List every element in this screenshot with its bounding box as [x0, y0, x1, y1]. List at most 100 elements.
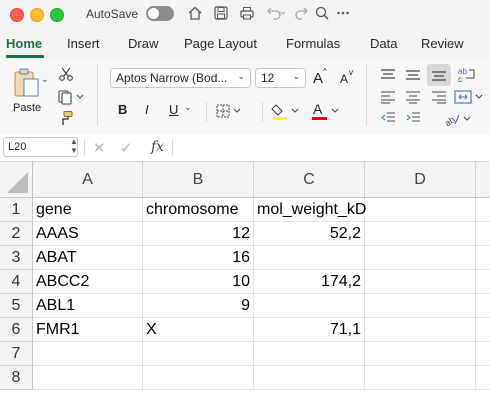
print-icon[interactable] [236, 3, 258, 23]
align-bottom-icon[interactable] [427, 64, 451, 86]
cell-a8[interactable] [33, 366, 143, 390]
borders-icon[interactable] [214, 101, 244, 121]
font-size-dropdown[interactable]: 12 ⌄ [255, 68, 306, 88]
align-center-icon[interactable] [403, 88, 423, 106]
align-right-icon[interactable] [427, 88, 451, 106]
cell-d4[interactable] [365, 270, 476, 294]
grow-font-button[interactable]: A [313, 70, 323, 87]
font-color-icon[interactable]: A [310, 101, 342, 123]
cell-a1[interactable]: gene [33, 198, 143, 222]
search-icon[interactable] [312, 3, 332, 23]
cancel-icon[interactable]: ✕ [93, 139, 106, 157]
cell-a6[interactable]: FMR1 [33, 318, 143, 342]
row-header[interactable]: 6 [0, 318, 33, 342]
formula-input[interactable] [180, 140, 485, 156]
cell-e3[interactable] [476, 246, 490, 270]
column-header-a[interactable]: A [33, 162, 143, 198]
cell-e5[interactable] [476, 294, 490, 318]
bold-button[interactable]: B [118, 102, 127, 117]
paste-icon[interactable] [10, 66, 44, 100]
font-name-dropdown[interactable]: Aptos Narrow (Bod... ⌄ [110, 68, 251, 88]
cell-e8[interactable] [476, 366, 490, 390]
cell-d7[interactable] [365, 342, 476, 366]
tab-page-layout[interactable]: Page Layout [184, 36, 257, 51]
cell-b1[interactable]: chromosome [143, 198, 254, 222]
cell-b3[interactable]: 16 [143, 246, 254, 270]
tab-data[interactable]: Data [370, 36, 397, 51]
row-header[interactable]: 4 [0, 270, 33, 294]
maximize-window-button[interactable] [50, 8, 64, 22]
cell-e2[interactable] [476, 222, 490, 246]
paste-dropdown-icon[interactable]: ⌄ [41, 74, 49, 85]
increase-indent-icon[interactable] [403, 109, 423, 127]
underline-dropdown-icon[interactable]: ⌄ [184, 102, 192, 113]
cell-d2[interactable] [365, 222, 476, 246]
tab-formulas[interactable]: Formulas [286, 36, 340, 51]
cell-d1[interactable] [365, 198, 476, 222]
tab-review[interactable]: Review [421, 36, 464, 51]
autosave-toggle[interactable] [146, 6, 174, 21]
format-painter-icon[interactable] [56, 108, 76, 128]
cell-c4[interactable]: 174,2 [254, 270, 365, 294]
shrink-font-button[interactable]: A [340, 72, 348, 86]
cell-d5[interactable] [365, 294, 476, 318]
underline-button[interactable]: U [169, 102, 178, 117]
fill-color-icon[interactable] [270, 101, 302, 123]
select-all-corner[interactable] [0, 162, 33, 198]
cell-a7[interactable] [33, 342, 143, 366]
cell-a3[interactable]: ABAT [33, 246, 143, 270]
row-header[interactable]: 5 [0, 294, 33, 318]
minimize-window-button[interactable] [30, 8, 44, 22]
column-header-c[interactable]: C [254, 162, 365, 198]
redo-icon[interactable] [292, 3, 312, 23]
cell-c6[interactable]: 71,1 [254, 318, 365, 342]
cell-c7[interactable] [254, 342, 365, 366]
tab-home[interactable]: Home [6, 36, 42, 51]
wrap-text-icon[interactable]: ab c [455, 64, 479, 86]
cell-c8[interactable] [254, 366, 365, 390]
copy-icon[interactable] [56, 87, 88, 107]
more-icon[interactable] [334, 3, 352, 23]
cell-a4[interactable]: ABCC2 [33, 270, 143, 294]
tab-draw[interactable]: Draw [128, 36, 158, 51]
function-icon[interactable]: fx [151, 139, 164, 155]
italic-button[interactable]: I [145, 102, 149, 117]
decrease-indent-icon[interactable] [378, 109, 398, 127]
row-header[interactable]: 1 [0, 198, 33, 222]
row-header[interactable]: 8 [0, 366, 33, 390]
row-header[interactable]: 7 [0, 342, 33, 366]
cell-b6[interactable]: X [143, 318, 254, 342]
cell-b5[interactable]: 9 [143, 294, 254, 318]
align-middle-icon[interactable] [403, 66, 423, 84]
align-top-icon[interactable] [378, 66, 398, 84]
cell-b7[interactable] [143, 342, 254, 366]
cell-a5[interactable]: ABL1 [33, 294, 143, 318]
column-header-e[interactable] [476, 162, 490, 198]
cell-c3[interactable] [254, 246, 365, 270]
cell-c1[interactable]: mol_weight_kD [254, 198, 366, 222]
cell-d3[interactable] [365, 246, 476, 270]
merge-center-icon[interactable] [452, 87, 486, 107]
cell-e1[interactable] [476, 198, 490, 222]
cell-d8[interactable] [365, 366, 476, 390]
cell-b8[interactable] [143, 366, 254, 390]
close-window-button[interactable] [10, 8, 24, 22]
home-icon[interactable] [184, 3, 206, 23]
column-header-b[interactable]: B [143, 162, 254, 198]
align-left-icon[interactable] [378, 88, 398, 106]
cell-c2[interactable]: 52,2 [254, 222, 365, 246]
orientation-icon[interactable]: ab [441, 109, 475, 129]
cell-a2[interactable]: AAAS [33, 222, 143, 246]
cell-e7[interactable] [476, 342, 490, 366]
cell-d6[interactable] [365, 318, 476, 342]
cell-b4[interactable]: 10 [143, 270, 254, 294]
row-header[interactable]: 3 [0, 246, 33, 270]
save-icon[interactable] [210, 3, 232, 23]
cell-e4[interactable] [476, 270, 490, 294]
row-header[interactable]: 2 [0, 222, 33, 246]
tab-insert[interactable]: Insert [67, 36, 100, 51]
cell-c5[interactable] [254, 294, 365, 318]
undo-icon[interactable] [262, 3, 290, 23]
cell-b2[interactable]: 12 [143, 222, 254, 246]
name-box[interactable]: L20 [3, 137, 78, 157]
